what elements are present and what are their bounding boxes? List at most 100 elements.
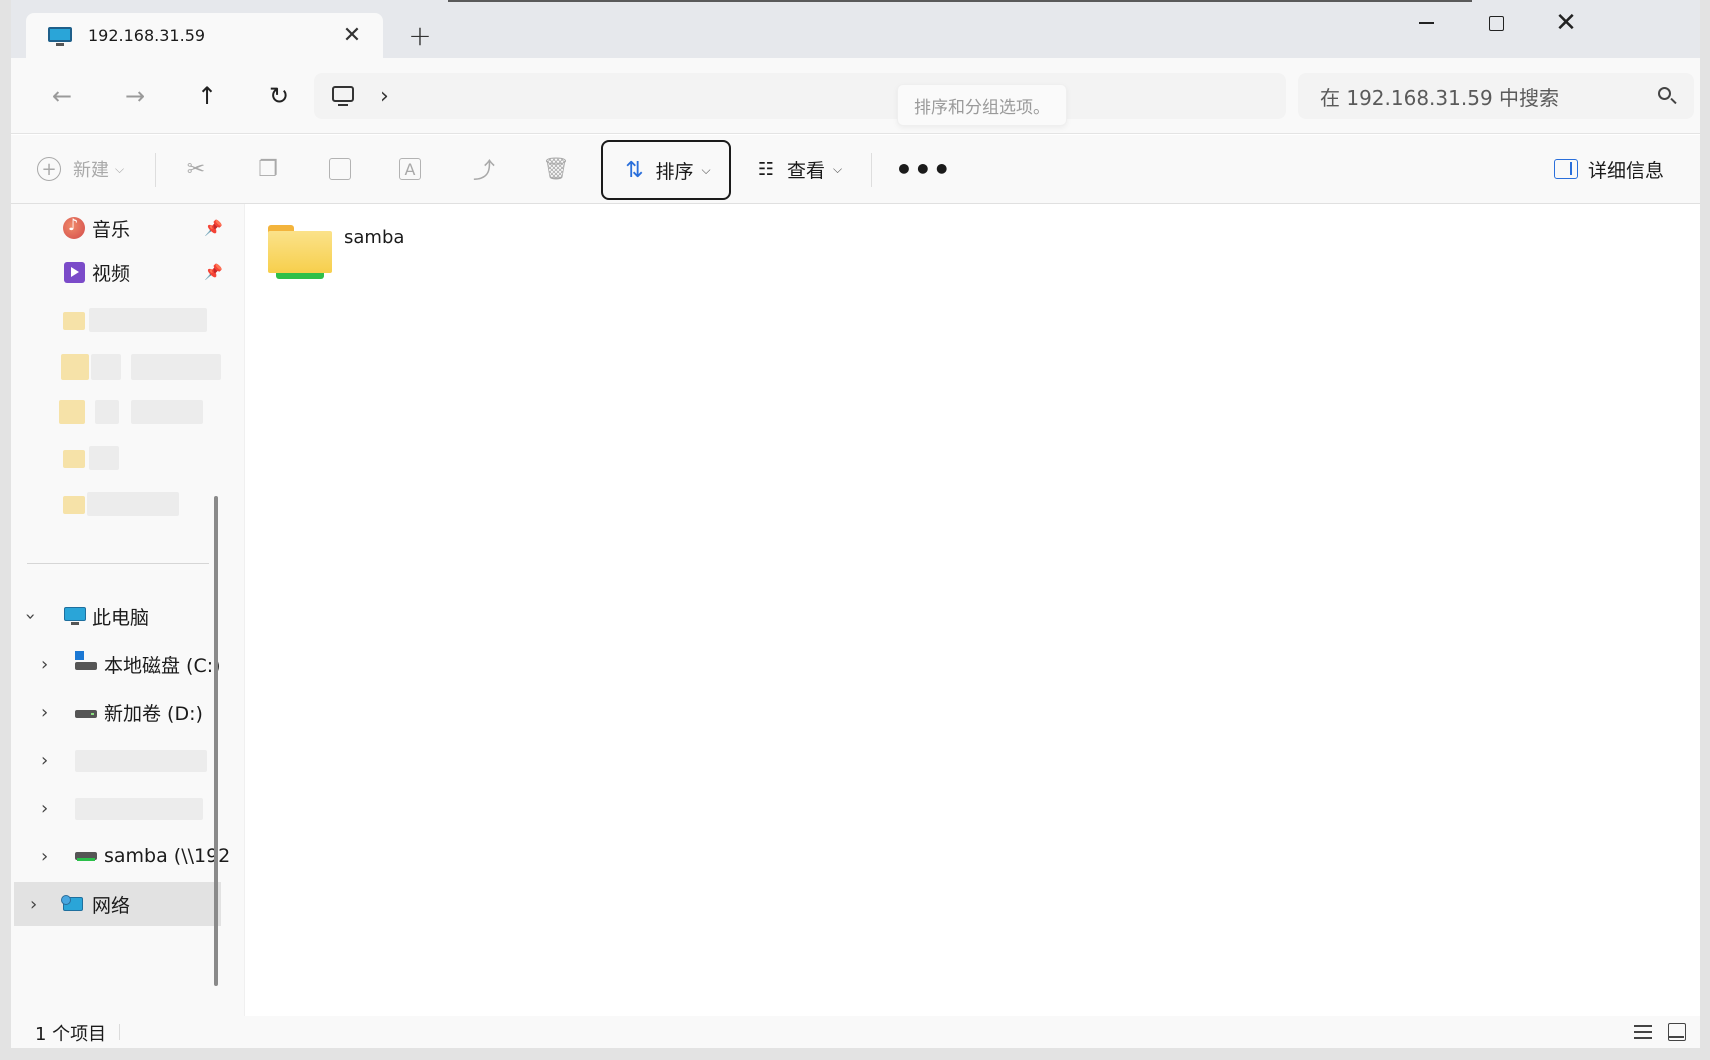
status-bar: 1 个项目: [11, 1016, 1700, 1048]
clipboard-icon: [327, 156, 353, 182]
sort-tooltip: 排序和分组选项。: [897, 84, 1067, 126]
details-view-button[interactable]: [1631, 1020, 1655, 1044]
chevron-right-icon[interactable]: ›: [41, 798, 48, 819]
redacted-item[interactable]: [131, 354, 221, 380]
sidebar-item-music[interactable]: 音乐 📌: [11, 206, 223, 250]
new-tab-button[interactable]: +: [403, 18, 437, 52]
redacted-item[interactable]: [95, 400, 119, 424]
chevron-right-icon[interactable]: ›: [41, 654, 48, 675]
tab-title: 192.168.31.59: [88, 26, 206, 45]
search-icon[interactable]: [1652, 81, 1682, 111]
close-tab-icon[interactable]: ✕: [337, 21, 367, 51]
navigation-pane[interactable]: 音乐 📌 视频 📌 › 此电脑 › 本地磁盘 (C:): [11, 204, 244, 1016]
sidebar-item-label: 视频: [92, 262, 131, 285]
chevron-right-icon[interactable]: ›: [41, 702, 48, 723]
view-button[interactable]: ☷ 查看 ⌵: [753, 145, 842, 193]
chevron-down-icon: ⌵: [115, 161, 125, 176]
sidebar-item-redacted[interactable]: ›: [11, 786, 221, 830]
sidebar-item-samba[interactable]: › samba (\\192: [11, 834, 230, 878]
sort-button[interactable]: ⇅ 排序 ⌵: [601, 140, 731, 200]
sort-arrows-icon: ⇅: [625, 157, 644, 183]
tiles-view-icon: [1668, 1023, 1686, 1041]
delete-button[interactable]: 🗑: [542, 145, 570, 193]
view-button-label: 查看: [787, 159, 826, 182]
address-bar[interactable]: › 排序和分组选项。: [314, 73, 1286, 126]
item-count: 1 个项目: [35, 1024, 107, 1045]
chevron-down-icon[interactable]: ›: [20, 612, 41, 619]
redacted-folder-icon: [63, 450, 85, 468]
sidebar-item-label: 此电脑: [92, 606, 150, 629]
redacted-folder-icon: [59, 400, 85, 424]
sidebar-item-drive-c[interactable]: › 本地磁盘 (C:): [11, 642, 221, 686]
chevron-down-icon: ⌵: [833, 161, 843, 176]
pin-icon[interactable]: 📌: [204, 219, 223, 237]
sidebar-item-label: 音乐: [92, 218, 131, 241]
music-icon: [63, 215, 85, 239]
cut-button[interactable]: ✂: [183, 145, 209, 193]
folder-item-samba[interactable]: samba: [268, 221, 404, 281]
folder-name: samba: [344, 227, 405, 248]
new-button[interactable]: + 新建 ⌵: [37, 145, 124, 193]
large-icons-view-button[interactable]: [1665, 1020, 1689, 1044]
monitor-icon: [48, 25, 72, 47]
sidebar-item-label: samba (\\192: [104, 845, 231, 867]
network-folder-icon: [268, 221, 332, 281]
sidebar-item-redacted[interactable]: ›: [11, 738, 221, 782]
file-explorer-window: 192.168.31.59 ✕ + ✕ ← → ↑ ↻ › 排序和分组选项。 在…: [11, 0, 1700, 1048]
maximize-button[interactable]: [1466, 6, 1526, 40]
share-icon: ⤴: [472, 159, 495, 184]
sidebar-item-drive-d[interactable]: › 新加卷 (D:): [11, 690, 221, 734]
chevron-right-icon[interactable]: ›: [41, 846, 48, 867]
up-button[interactable]: ↑: [187, 76, 227, 116]
sidebar-item-videos[interactable]: 视频 📌: [11, 250, 223, 294]
redacted-item[interactable]: [89, 446, 119, 470]
close-window-button[interactable]: ✕: [1536, 6, 1596, 40]
chevron-right-icon[interactable]: ›: [30, 894, 37, 915]
redacted-item[interactable]: [87, 492, 179, 516]
sidebar-item-network[interactable]: › 网络: [14, 882, 221, 926]
navigation-bar: ← → ↑ ↻ › 排序和分组选项。 在 192.168.31.59 中搜索: [11, 58, 1700, 134]
plus-circle-icon: +: [37, 157, 61, 181]
rename-icon: A: [399, 158, 421, 180]
sidebar-item-this-pc[interactable]: › 此电脑: [11, 594, 221, 638]
details-button-label: 详细信息: [1588, 159, 1665, 182]
trash-icon: 🗑: [542, 156, 570, 182]
sidebar-divider: [27, 563, 209, 564]
share-button[interactable]: ⤴: [471, 145, 497, 193]
redacted-item[interactable]: [91, 354, 121, 380]
local-drive-icon: [75, 651, 97, 670]
redacted-item[interactable]: [89, 308, 207, 332]
toolbar-divider: [155, 153, 156, 187]
chevron-right-icon[interactable]: ›: [41, 750, 48, 771]
details-view-icon: [1634, 1025, 1652, 1039]
this-pc-icon[interactable]: [332, 85, 354, 107]
breadcrumb-chevron-icon[interactable]: ›: [380, 84, 389, 109]
search-box[interactable]: 在 192.168.31.59 中搜索: [1298, 73, 1694, 119]
copy-button[interactable]: ❐: [255, 145, 281, 193]
back-button[interactable]: ←: [42, 76, 82, 116]
search-input[interactable]: 在 192.168.31.59 中搜索: [1320, 82, 1652, 111]
redacted-folder-icon: [63, 312, 85, 330]
minimize-icon: [1418, 22, 1434, 24]
redacted-item[interactable]: [131, 400, 203, 424]
file-list[interactable]: samba: [245, 204, 1700, 1016]
pin-icon[interactable]: 📌: [204, 263, 223, 281]
paste-button[interactable]: [327, 145, 353, 193]
network-icon: [61, 895, 83, 913]
redacted-item: [75, 750, 207, 772]
forward-button[interactable]: →: [115, 76, 155, 116]
more-options-button[interactable]: •••: [895, 145, 952, 193]
details-pane-icon: [1554, 159, 1578, 179]
sidebar-scrollbar[interactable]: [214, 496, 218, 986]
details-pane-button[interactable]: 详细信息: [1554, 145, 1664, 193]
minimize-button[interactable]: [1396, 6, 1456, 40]
sidebar-item-label: 网络: [92, 894, 131, 917]
rename-button[interactable]: A: [399, 145, 421, 193]
refresh-button[interactable]: ↻: [259, 76, 299, 116]
maximize-icon: [1488, 15, 1504, 31]
new-button-label: 新建: [73, 160, 109, 181]
view-list-icon: ☷: [757, 158, 775, 180]
redacted-folder-icon: [61, 354, 89, 380]
sort-button-label: 排序: [655, 160, 694, 183]
tab-192-168-31-59[interactable]: 192.168.31.59 ✕: [26, 13, 383, 58]
